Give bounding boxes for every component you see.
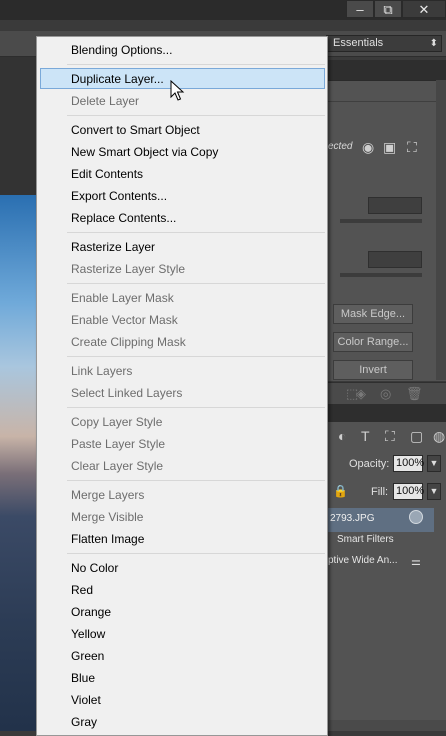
mouse-pointer-icon — [170, 80, 185, 101]
density-slider[interactable] — [340, 219, 422, 223]
menu-item-no-color[interactable]: No Color — [71, 557, 118, 579]
mask-edge-button[interactable]: Mask Edge... — [333, 304, 413, 324]
properties-scrollbar[interactable] — [436, 80, 446, 380]
menu-item-enable-layer-mask[interactable]: Enable Layer Mask — [71, 287, 174, 309]
properties-panel-header — [328, 60, 446, 80]
shape-filter-icon[interactable]: ⛶ — [385, 428, 395, 445]
fill-field[interactable]: 100% — [393, 483, 424, 500]
panel-divider — [328, 101, 446, 102]
chevron-updown-icon: ⬍ — [429, 38, 438, 49]
menu-item-gray[interactable]: Gray — [71, 711, 97, 733]
type-filter-icon[interactable]: T — [361, 428, 370, 444]
add-vector-mask-icon[interactable]: ▣ — [383, 139, 396, 156]
minimize-button[interactable]: – — [346, 0, 374, 18]
menu-item-replace-contents[interactable]: Replace Contents... — [71, 207, 176, 229]
invert-button[interactable]: Invert — [333, 360, 413, 380]
layer-name: 2793.JPG — [330, 513, 375, 524]
menu-item-clear-layer-style[interactable]: Clear Layer Style — [71, 455, 163, 477]
menu-item-convert-to-smart-object[interactable]: Convert to Smart Object — [71, 119, 200, 141]
menu-separator — [67, 64, 325, 65]
feather-slider[interactable] — [340, 273, 422, 277]
menu-separator — [67, 115, 325, 116]
density-field[interactable] — [368, 197, 422, 214]
fill-dropdown[interactable]: ▼ — [427, 483, 441, 500]
menu-item-blue[interactable]: Blue — [71, 667, 95, 689]
menu-item-flatten-image[interactable]: Flatten Image — [71, 528, 144, 550]
opacity-field[interactable]: 100% — [393, 455, 424, 472]
menu-item-delete-layer[interactable]: Delete Layer — [71, 90, 139, 112]
menu-item-blending-options[interactable]: Blending Options... — [71, 39, 172, 61]
menu-item-enable-vector-mask[interactable]: Enable Vector Mask — [71, 309, 178, 331]
fill-label: Fill: — [371, 486, 389, 498]
menu-item-create-clipping-mask[interactable]: Create Clipping Mask — [71, 331, 186, 353]
smart-filters-label[interactable]: Smart Filters — [337, 534, 394, 545]
mask-selected-label: ected — [328, 141, 353, 152]
menu-separator — [67, 407, 325, 408]
menu-item-new-smart-object-via-copy[interactable]: New Smart Object via Copy — [71, 141, 218, 163]
pixel-mask-icon[interactable]: ◉ — [362, 139, 374, 156]
filter-toggle-icon[interactable]: ◍ — [433, 428, 445, 445]
menu-item-select-linked-layers[interactable]: Select Linked Layers — [71, 382, 182, 404]
menu-item-rasterize-layer[interactable]: Rasterize Layer — [71, 236, 155, 258]
restore-button[interactable]: ⧉ — [374, 0, 402, 18]
filter-name[interactable]: ptive Wide An... — [328, 555, 397, 566]
menu-item-orange[interactable]: Orange — [71, 601, 111, 623]
menu-item-paste-layer-style[interactable]: Paste Layer Style — [71, 433, 165, 455]
layers-panel-header — [328, 404, 446, 422]
menu-item-violet[interactable]: Violet — [71, 689, 101, 711]
menu-item-edit-contents[interactable]: Edit Contents — [71, 163, 143, 185]
feather-field[interactable] — [368, 251, 422, 268]
close-button[interactable]: ✕ — [402, 0, 446, 18]
menu-item-merge-layers[interactable]: Merge Layers — [71, 484, 144, 506]
workspace-label: Essentials — [333, 37, 384, 49]
menu-separator — [67, 553, 325, 554]
properties-footer: ⬚ ◈ ◎ 🗑 — [328, 382, 446, 405]
visibility-icon[interactable]: ◎ — [380, 386, 391, 402]
adjustment-filter-icon[interactable]: ◐ — [338, 428, 346, 444]
menu-separator — [67, 283, 325, 284]
filter-options-icon[interactable]: ⚌ — [411, 555, 421, 568]
smart-object-badge-icon — [409, 510, 423, 524]
transform-mask-icon[interactable]: ⛶ — [407, 139, 417, 156]
opacity-label: Opacity: — [349, 458, 390, 470]
layers-footer — [328, 720, 446, 731]
menu-item-export-contents[interactable]: Export Contents... — [71, 185, 167, 207]
menu-item-rasterize-layer-style[interactable]: Rasterize Layer Style — [71, 258, 185, 280]
menu-item-duplicate-layer[interactable]: Duplicate Layer... — [71, 68, 164, 90]
workspace-select[interactable]: Essentials ⬍ — [326, 35, 442, 52]
menu-item-merge-visible[interactable]: Merge Visible — [71, 506, 143, 528]
lock-icon[interactable]: 🔒 — [333, 484, 348, 498]
menu-separator — [67, 232, 325, 233]
document-image — [0, 195, 36, 731]
menu-separator — [67, 356, 325, 357]
apply-mask-icon[interactable]: ◈ — [356, 386, 366, 402]
menu-item-red[interactable]: Red — [71, 579, 93, 601]
menu-separator — [67, 480, 325, 481]
smart-object-filter-icon[interactable]: ▢ — [410, 428, 423, 445]
color-range-button[interactable]: Color Range... — [333, 332, 413, 352]
menu-item-copy-layer-style[interactable]: Copy Layer Style — [71, 411, 162, 433]
opacity-dropdown[interactable]: ▼ — [427, 455, 441, 472]
menu-item-green[interactable]: Green — [71, 645, 104, 667]
menu-item-link-layers[interactable]: Link Layers — [71, 360, 132, 382]
delete-mask-icon[interactable]: 🗑 — [406, 386, 423, 402]
menu-item-yellow[interactable]: Yellow — [71, 623, 105, 645]
layer-context-menu: Blending Options... Duplicate Layer... D… — [36, 36, 328, 736]
